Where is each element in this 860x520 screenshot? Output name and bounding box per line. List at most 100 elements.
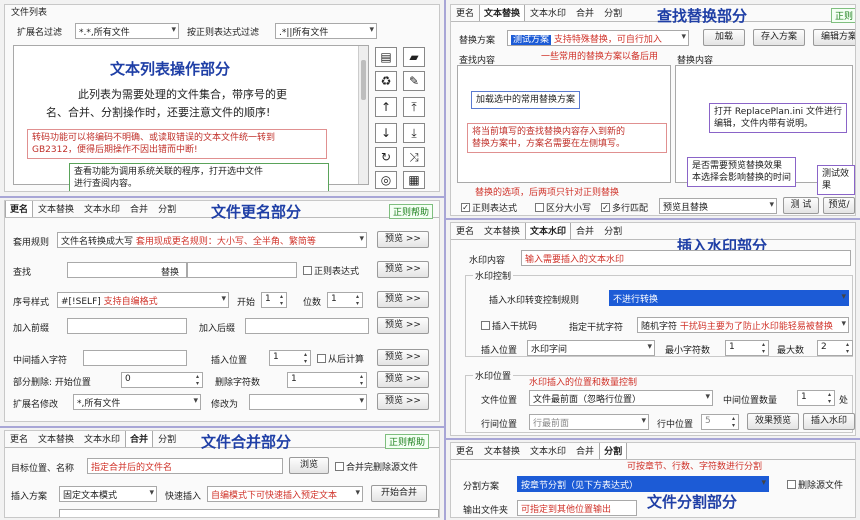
- mid-count-spinner[interactable]: 1: [797, 390, 835, 406]
- tab-merge[interactable]: 合并: [571, 223, 599, 239]
- document-icon[interactable]: ▤: [375, 47, 397, 67]
- prefix-preview-button[interactable]: 预览 >>: [377, 317, 429, 334]
- tab-text-replace[interactable]: 文本替换: [479, 443, 525, 459]
- tab-split[interactable]: 分割: [153, 431, 181, 447]
- row-mid-label: 行中位置: [657, 420, 694, 430]
- up-arrow-icon[interactable]: ↑: [375, 97, 397, 117]
- regex-checkbox[interactable]: 正则表达式: [303, 264, 359, 277]
- tab-split[interactable]: 分割: [153, 201, 181, 217]
- rename-help-link[interactable]: 正则帮助: [389, 204, 434, 219]
- max-spinner[interactable]: 2: [817, 340, 853, 356]
- del-count-spinner[interactable]: 1: [287, 372, 367, 388]
- merge-text-area[interactable]: [59, 509, 439, 517]
- file-pos-select[interactable]: 文件最前面（忽略行位置）: [529, 390, 713, 406]
- load-button[interactable]: 加载: [703, 29, 745, 46]
- ext-modify-select[interactable]: *,所有文件: [73, 394, 201, 410]
- insert-mode-select[interactable]: 固定文本模式: [59, 486, 157, 502]
- effect-preview-button[interactable]: 效果预览: [747, 413, 799, 430]
- tab-rename[interactable]: 更名: [451, 223, 479, 239]
- view-icon[interactable]: ◎: [375, 171, 397, 189]
- tab-split[interactable]: 分割: [599, 223, 627, 239]
- wm-insert-pos-select[interactable]: 水印字间: [527, 340, 655, 356]
- digits-spinner[interactable]: 1: [327, 292, 363, 308]
- tab-text-replace[interactable]: 文本替换: [479, 5, 526, 21]
- del-preview-button[interactable]: 预览 >>: [377, 371, 429, 388]
- preview-mode-select[interactable]: 预览且替换: [659, 198, 777, 214]
- tab-watermark[interactable]: 文本水印: [525, 443, 571, 459]
- start-merge-button[interactable]: 开始合并: [371, 485, 427, 502]
- tab-watermark[interactable]: 文本水印: [79, 201, 125, 217]
- ext-preview-button[interactable]: 预览 >>: [377, 393, 429, 410]
- file-list-scrollbar[interactable]: [358, 46, 368, 184]
- opt-case-checkbox[interactable]: 区分大小写: [535, 201, 591, 214]
- ext-filter-select[interactable]: *.*,所有文件: [75, 23, 179, 39]
- scheme-select[interactable]: 测试方案 支持特殊替换，可自行加入: [507, 30, 689, 46]
- qr-icon[interactable]: ▦: [403, 171, 425, 189]
- bottom-arrow-icon[interactable]: ⤓: [403, 123, 425, 143]
- suffix-input[interactable]: [245, 318, 369, 334]
- tab-rename[interactable]: 更名: [451, 5, 479, 21]
- edit-scheme-button[interactable]: 编辑方案: [813, 29, 855, 46]
- mid-insert-input[interactable]: [83, 350, 187, 366]
- partial-del-start-spinner[interactable]: 0: [121, 372, 203, 388]
- save-scheme-button[interactable]: 存入方案: [753, 29, 805, 46]
- wm-content-input[interactable]: 输入需要插入的文本水印: [521, 250, 851, 266]
- tab-merge[interactable]: 合并: [571, 443, 599, 459]
- edit-icon[interactable]: ✎: [403, 71, 425, 91]
- insert-watermark-button[interactable]: 插入水印: [803, 413, 855, 430]
- tab-merge[interactable]: 合并: [571, 5, 599, 21]
- browse-button[interactable]: 浏览: [289, 457, 329, 474]
- tab-rename[interactable]: 更名: [451, 443, 479, 459]
- quick-insert-select[interactable]: 自编模式下可快速插入预定文本: [207, 486, 363, 502]
- merge-delete-source-checkbox[interactable]: 合并完删除源文件: [335, 460, 418, 473]
- tab-rename[interactable]: 更名: [5, 201, 34, 217]
- modify-to-select[interactable]: [249, 394, 367, 410]
- tab-text-replace[interactable]: 文本替换: [33, 201, 79, 217]
- refresh-icon[interactable]: ↻: [375, 147, 397, 167]
- row-pos-select[interactable]: 行最前面: [529, 414, 649, 430]
- insert-pos-spinner[interactable]: 1: [269, 350, 311, 366]
- tab-split[interactable]: 分割: [599, 443, 628, 459]
- tab-split[interactable]: 分割: [599, 5, 627, 21]
- split-delete-source-checkbox[interactable]: 删除源文件: [787, 478, 843, 491]
- opt-multiline-checkbox[interactable]: ✓ 多行匹配: [601, 201, 648, 214]
- replace-help-link[interactable]: 正则: [831, 8, 855, 23]
- rule-preview-button[interactable]: 预览 >>: [377, 231, 429, 248]
- replace-preview-button[interactable]: 预览/: [823, 197, 855, 214]
- insert-noise-checkbox[interactable]: 插入干扰码: [481, 319, 537, 332]
- mid-preview-button[interactable]: 预览 >>: [377, 349, 429, 366]
- seq-select[interactable]: #[!SELF] 支持自编格式: [57, 292, 229, 308]
- rule-select[interactable]: 文件名转换成大写 套用现成更名规则：大小写、全半角、繁简等: [57, 232, 367, 248]
- shuffle-icon[interactable]: ⤨: [403, 147, 425, 167]
- min-chars-spinner[interactable]: 1: [725, 340, 769, 356]
- noise-char-select[interactable]: 随机字符 干扰码主要为了防止水印能轻易被替换: [637, 317, 849, 333]
- row-pos-label: 行间位置: [481, 420, 518, 430]
- down-arrow-icon[interactable]: ↓: [375, 123, 397, 143]
- convert-rule-select[interactable]: 不进行转换: [609, 290, 849, 306]
- opt-regex-checkbox[interactable]: ✓ 正则表达式: [461, 201, 517, 214]
- tab-merge[interactable]: 合并: [125, 431, 154, 447]
- output-input[interactable]: 可指定到其他位置输出: [517, 500, 637, 516]
- start-spinner[interactable]: 1: [261, 292, 287, 308]
- regex-filter-select[interactable]: .*||所有文件: [275, 23, 377, 39]
- tab-text-replace[interactable]: 文本替换: [479, 223, 525, 239]
- folder-icon[interactable]: ▰: [403, 47, 425, 67]
- tab-rename[interactable]: 更名: [5, 431, 33, 447]
- row-mid-spinner[interactable]: 5: [701, 414, 739, 430]
- test-button[interactable]: 测 试: [783, 197, 819, 214]
- tab-text-replace[interactable]: 文本替换: [33, 431, 79, 447]
- seq-preview-button[interactable]: 预览 >>: [377, 291, 429, 308]
- split-scheme-select[interactable]: 按章节分割（见下方表达式）: [517, 476, 769, 492]
- top-arrow-icon[interactable]: ⤒: [403, 97, 425, 117]
- from-back-checkbox[interactable]: 从后计算: [317, 352, 364, 365]
- tab-watermark[interactable]: 文本水印: [525, 5, 571, 21]
- delete-icon[interactable]: ♻: [375, 71, 397, 91]
- prefix-input[interactable]: [67, 318, 187, 334]
- tab-merge[interactable]: 合并: [125, 201, 153, 217]
- find-preview-button[interactable]: 预览 >>: [377, 261, 429, 278]
- tab-watermark[interactable]: 文本水印: [525, 223, 572, 239]
- merge-help-link[interactable]: 正则帮助: [385, 434, 430, 449]
- target-input[interactable]: 指定合并后的文件名: [87, 458, 283, 474]
- replace-input[interactable]: [187, 262, 297, 278]
- tab-watermark[interactable]: 文本水印: [79, 431, 125, 447]
